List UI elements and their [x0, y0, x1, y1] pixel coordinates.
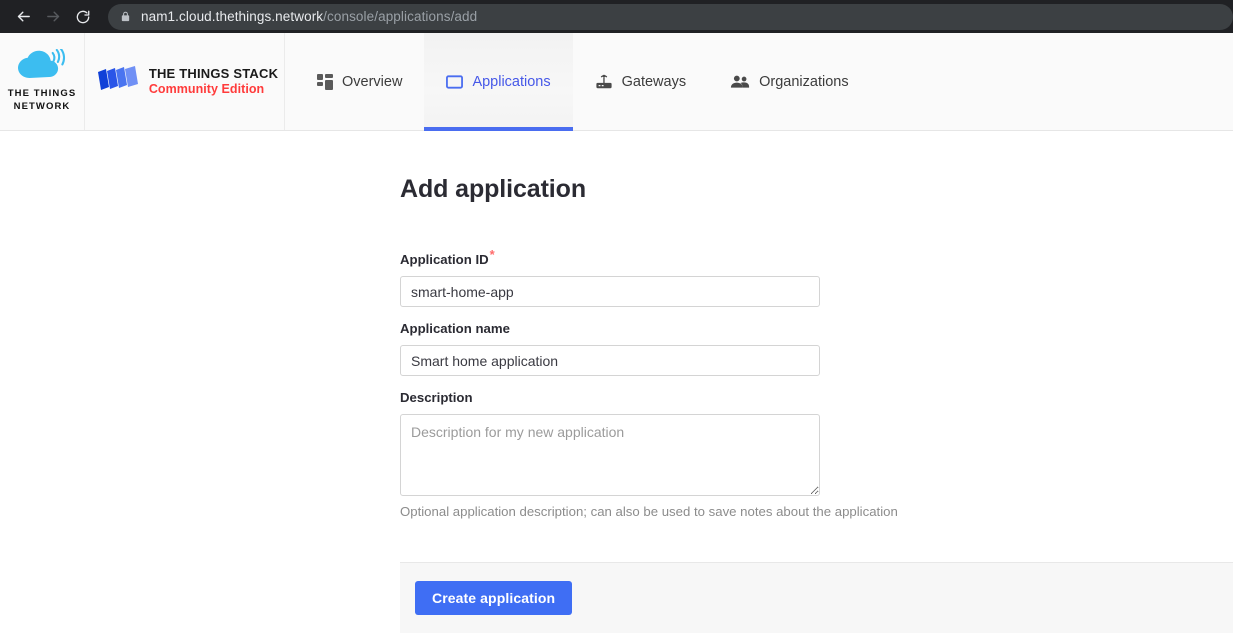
app-header: THE THINGS NETWORK THE THINGS STACK Comm…	[0, 33, 1233, 131]
the-things-network-logo[interactable]: THE THINGS NETWORK	[0, 33, 85, 130]
arrow-right-icon	[45, 8, 62, 25]
application-window-icon	[446, 74, 464, 90]
nav-tab-overview-label: Overview	[342, 73, 403, 90]
field-application-name: Application name	[400, 321, 1233, 376]
page-title: Add application	[400, 175, 587, 203]
reload-icon	[75, 9, 91, 25]
nav-tab-overview[interactable]: Overview	[295, 33, 424, 130]
url-path: /console/applications/add	[323, 9, 478, 24]
application-name-input[interactable]	[400, 345, 820, 376]
nav-tab-applications-label: Applications	[472, 73, 551, 90]
address-bar[interactable]: nam1.cloud.thethings.network/console/app…	[108, 3, 1233, 30]
stack-logo-subtitle: Community Edition	[148, 81, 265, 96]
description-help-text: Optional application description; can al…	[400, 504, 898, 519]
organizations-people-icon	[730, 74, 750, 89]
create-application-button[interactable]: Create application	[415, 581, 573, 615]
lock-icon	[120, 10, 131, 23]
form-footer: Create application	[400, 562, 1233, 633]
gateway-router-icon	[595, 73, 613, 90]
application-id-input[interactable]	[400, 276, 820, 307]
stack-layers-icon	[95, 63, 139, 100]
nav-tab-applications[interactable]: Applications	[424, 33, 573, 131]
description-label: Description	[400, 390, 473, 405]
grid-icon	[317, 73, 333, 90]
browser-back-button[interactable]	[8, 2, 38, 32]
address-bar-url: nam1.cloud.thethings.network/console/app…	[141, 9, 477, 24]
main-navigation: Overview Applications Gateways Organizat…	[295, 33, 871, 131]
nav-tab-organizations-label: Organizations	[759, 73, 849, 90]
field-application-id: Application ID*	[400, 248, 1233, 307]
application-id-label-text: Application ID	[400, 252, 489, 267]
ttn-logo-line1: THE THINGS	[7, 88, 77, 100]
the-things-stack-logo[interactable]: THE THINGS STACK Community Edition	[85, 33, 285, 130]
arrow-left-icon	[15, 8, 32, 25]
application-id-label: Application ID*	[400, 248, 1233, 267]
nav-tab-gateways-label: Gateways	[621, 73, 687, 90]
main-content: Add application Application ID* Applicat…	[0, 131, 1233, 633]
ttn-logo-line2: NETWORK	[13, 101, 71, 112]
browser-reload-button[interactable]	[68, 2, 98, 32]
url-domain: nam1.cloud.thethings.network	[141, 9, 324, 24]
browser-chrome: nam1.cloud.thethings.network/console/app…	[0, 0, 1233, 33]
nav-tab-organizations[interactable]: Organizations	[708, 33, 870, 130]
application-name-label: Application name	[400, 321, 510, 336]
browser-forward-button[interactable]	[38, 2, 68, 32]
stack-logo-title: THE THINGS STACK	[148, 66, 279, 82]
description-textarea[interactable]	[400, 414, 820, 496]
field-description: Description Optional application descrip…	[400, 390, 1233, 519]
required-asterisk: *	[489, 246, 495, 262]
cloud-signal-icon	[16, 48, 68, 85]
add-application-form: Add application Application ID* Applicat…	[0, 131, 1233, 519]
nav-tab-gateways[interactable]: Gateways	[573, 33, 708, 130]
